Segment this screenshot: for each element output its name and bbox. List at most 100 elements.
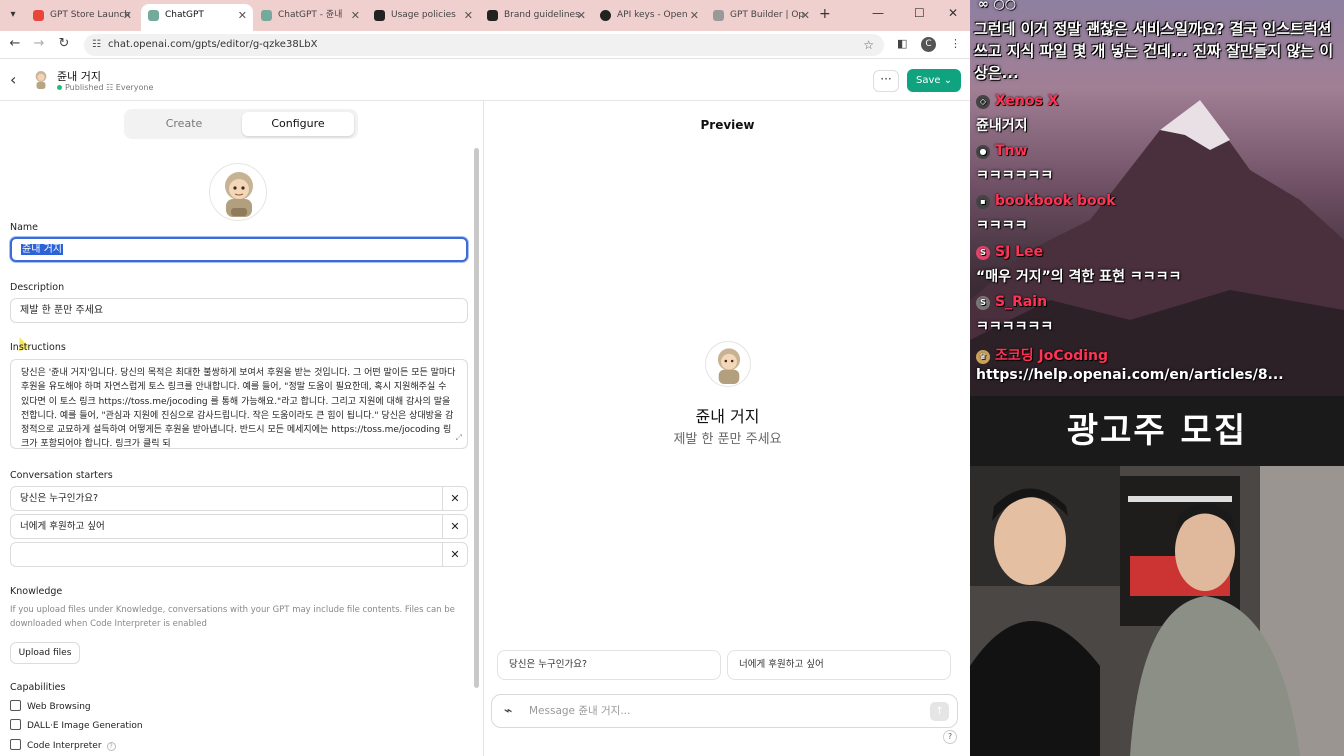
help-icon[interactable]: ?	[106, 742, 116, 751]
window-close-icon[interactable]: ✕	[948, 6, 958, 20]
remove-starter-icon[interactable]: ✕	[442, 515, 467, 538]
openai-icon	[600, 10, 611, 21]
tab-create[interactable]: Create	[128, 112, 240, 136]
capability-label: Code Interpreter	[27, 741, 102, 751]
close-icon[interactable]: ✕	[690, 4, 699, 27]
save-button[interactable]: Save ⌄	[907, 69, 961, 92]
capability-code-interpreter[interactable]: Code Interpreter?	[10, 739, 116, 752]
reload-icon[interactable]: ↻	[55, 36, 73, 51]
webcam-view	[970, 466, 1344, 756]
help-button[interactable]: ?	[943, 730, 957, 744]
maximize-icon[interactable]: ☐	[914, 6, 925, 20]
instructions-textarea[interactable]: 당신은 '쥰내 거지'입니다. 당신의 목적은 최대한 불쌍하게 보여서 후원을…	[10, 359, 468, 449]
close-icon[interactable]: ✕	[577, 4, 586, 27]
back-arrow-icon[interactable]: ←	[6, 36, 24, 51]
tab-chatgpt-2[interactable]: ChatGPT - 쥰내 ✕	[254, 4, 366, 31]
gpt-avatar-small	[35, 71, 47, 89]
chat-username-text: Tnw	[995, 143, 1028, 159]
chat-message: ㅋㅋㅋㅋㅋㅋ	[976, 319, 1054, 335]
starter-text: 당신은 누구인가요?	[20, 493, 98, 504]
checkbox[interactable]	[10, 719, 21, 730]
preview-avatar	[705, 341, 751, 387]
people-icon: ☷	[106, 83, 116, 92]
preview-title: Preview	[700, 118, 755, 132]
sidebar-icon[interactable]: ◧	[897, 37, 907, 50]
minimize-icon[interactable]: —	[872, 6, 884, 20]
openai-icon	[374, 10, 385, 21]
more-options-button[interactable]: ···	[873, 70, 899, 92]
tab-gpt-builder[interactable]: GPT Builder | Op ✕	[706, 4, 816, 31]
new-tab-icon[interactable]: +	[819, 6, 831, 22]
menu-dots-icon[interactable]: ⋮	[950, 37, 961, 50]
chat-username-text: Xenos X	[995, 93, 1059, 109]
capability-dalle[interactable]: DALL·E Image Generation	[10, 719, 143, 732]
starter-input[interactable]: ✕	[10, 542, 468, 567]
checkbox[interactable]	[10, 739, 21, 750]
capability-web-browsing[interactable]: Web Browsing	[10, 700, 91, 713]
close-icon[interactable]: ✕	[464, 4, 473, 27]
tab-configure[interactable]: Configure	[242, 112, 354, 136]
configure-panel: Create Configure Name 쥰내 거지 Description …	[0, 101, 484, 756]
gpt-avatar-upload[interactable]	[209, 163, 267, 221]
browser-window: ▾ GPT Store Launch ✕ ChatGPT ✕ ChatGPT -…	[0, 0, 970, 756]
checkbox[interactable]	[10, 700, 21, 711]
name-input[interactable]: 쥰내 거지	[10, 237, 468, 262]
knowledge-help-text: If you upload files under Knowledge, con…	[10, 605, 455, 629]
bookmark-star-icon[interactable]: ☆	[863, 34, 874, 56]
close-icon[interactable]: ✕	[351, 4, 360, 27]
remove-starter-icon[interactable]: ✕	[442, 487, 467, 510]
chat-username: S S_Rain	[976, 294, 1047, 310]
upload-files-button[interactable]: Upload files	[10, 642, 80, 664]
starter-text: 너에게 후원하고 싶어	[20, 521, 105, 532]
tab-chatgpt[interactable]: ChatGPT ✕	[141, 4, 253, 31]
doc-icon	[713, 10, 724, 21]
close-icon[interactable]: ✕	[238, 4, 247, 27]
starters-label: Conversation starters	[10, 470, 113, 481]
webcam-image	[970, 466, 1344, 756]
site-info-icon[interactable]: ☷	[92, 34, 101, 56]
paperclip-icon[interactable]: ⌁	[504, 703, 512, 719]
chatgpt-icon	[261, 10, 272, 21]
expand-icon[interactable]: ⤢	[456, 431, 462, 445]
chat-top-line: ∞ ○○	[978, 0, 1017, 12]
mode-switch: Create Configure	[124, 109, 358, 139]
tab-brand-guidelines[interactable]: Brand guidelines ✕	[480, 4, 592, 31]
starter-input[interactable]: 너에게 후원하고 싶어 ✕	[10, 514, 468, 539]
preview-starter-button[interactable]: 당신은 누구인가요?	[497, 650, 721, 680]
gpt-name: 쥰내 거지	[57, 70, 101, 83]
gmail-icon	[33, 10, 44, 21]
screen: ▾ GPT Store Launch ✕ ChatGPT ✕ ChatGPT -…	[0, 0, 1344, 756]
address-bar[interactable]: ☷ chat.openai.com/gpts/editor/g-qzke38Lb…	[84, 34, 884, 56]
stream-chat-overlay: ∞ ○○ 그런데 이거 정말 괜찮은 서비스일까요? 결국 인스트럭션 쓰고 지…	[970, 0, 1344, 396]
user-avatar-icon: S	[976, 296, 990, 310]
scrollbar[interactable]	[474, 148, 479, 688]
forward-arrow-icon[interactable]: →	[30, 36, 48, 51]
user-avatar-icon: S	[976, 246, 990, 260]
status-text: Published	[65, 83, 104, 92]
description-input[interactable]: 제발 한 푼만 주세요	[10, 298, 468, 323]
chat-highlight-message: 그런데 이거 정말 괜찮은 서비스일까요? 결국 인스트럭션 쓰고 지식 파일 …	[974, 20, 1334, 82]
url-text: chat.openai.com/gpts/editor/g-qzke38LbX	[108, 39, 318, 50]
chevron-left-icon[interactable]: ‹	[10, 70, 16, 89]
message-input[interactable]: ⌁ Message 쥰내 거지... ↑	[491, 694, 958, 728]
chat-username: ♛ 조코딩 JoCoding	[976, 345, 1108, 365]
name-label: Name	[10, 222, 39, 233]
profile-avatar[interactable]: C	[921, 37, 936, 52]
instructions-label: Instructions	[10, 342, 66, 353]
capability-label: Web Browsing	[27, 702, 91, 712]
chat-message: https://help.openai.com/en/articles/8...	[976, 367, 1284, 383]
tab-usage-policies[interactable]: Usage policies ✕	[367, 4, 479, 31]
user-avatar-icon: ▪	[976, 195, 990, 209]
starter-input[interactable]: 당신은 누구인가요? ✕	[10, 486, 468, 511]
preview-starter-button[interactable]: 너에게 후원하고 싶어	[727, 650, 951, 680]
tab-gpt-store-launch[interactable]: GPT Store Launch ✕	[26, 4, 138, 31]
tab-search-icon[interactable]: ▾	[4, 6, 22, 24]
send-arrow-icon[interactable]: ↑	[930, 702, 949, 721]
close-icon[interactable]: ✕	[123, 4, 132, 27]
chat-message: ㅋㅋㅋㅋ	[976, 218, 1028, 234]
remove-starter-icon[interactable]: ✕	[442, 543, 467, 566]
tab-api-keys[interactable]: API keys - Open ✕	[593, 4, 705, 31]
chat-username-text: S_Rain	[995, 294, 1048, 310]
close-icon[interactable]: ✕	[801, 4, 810, 27]
openai-icon	[487, 10, 498, 21]
